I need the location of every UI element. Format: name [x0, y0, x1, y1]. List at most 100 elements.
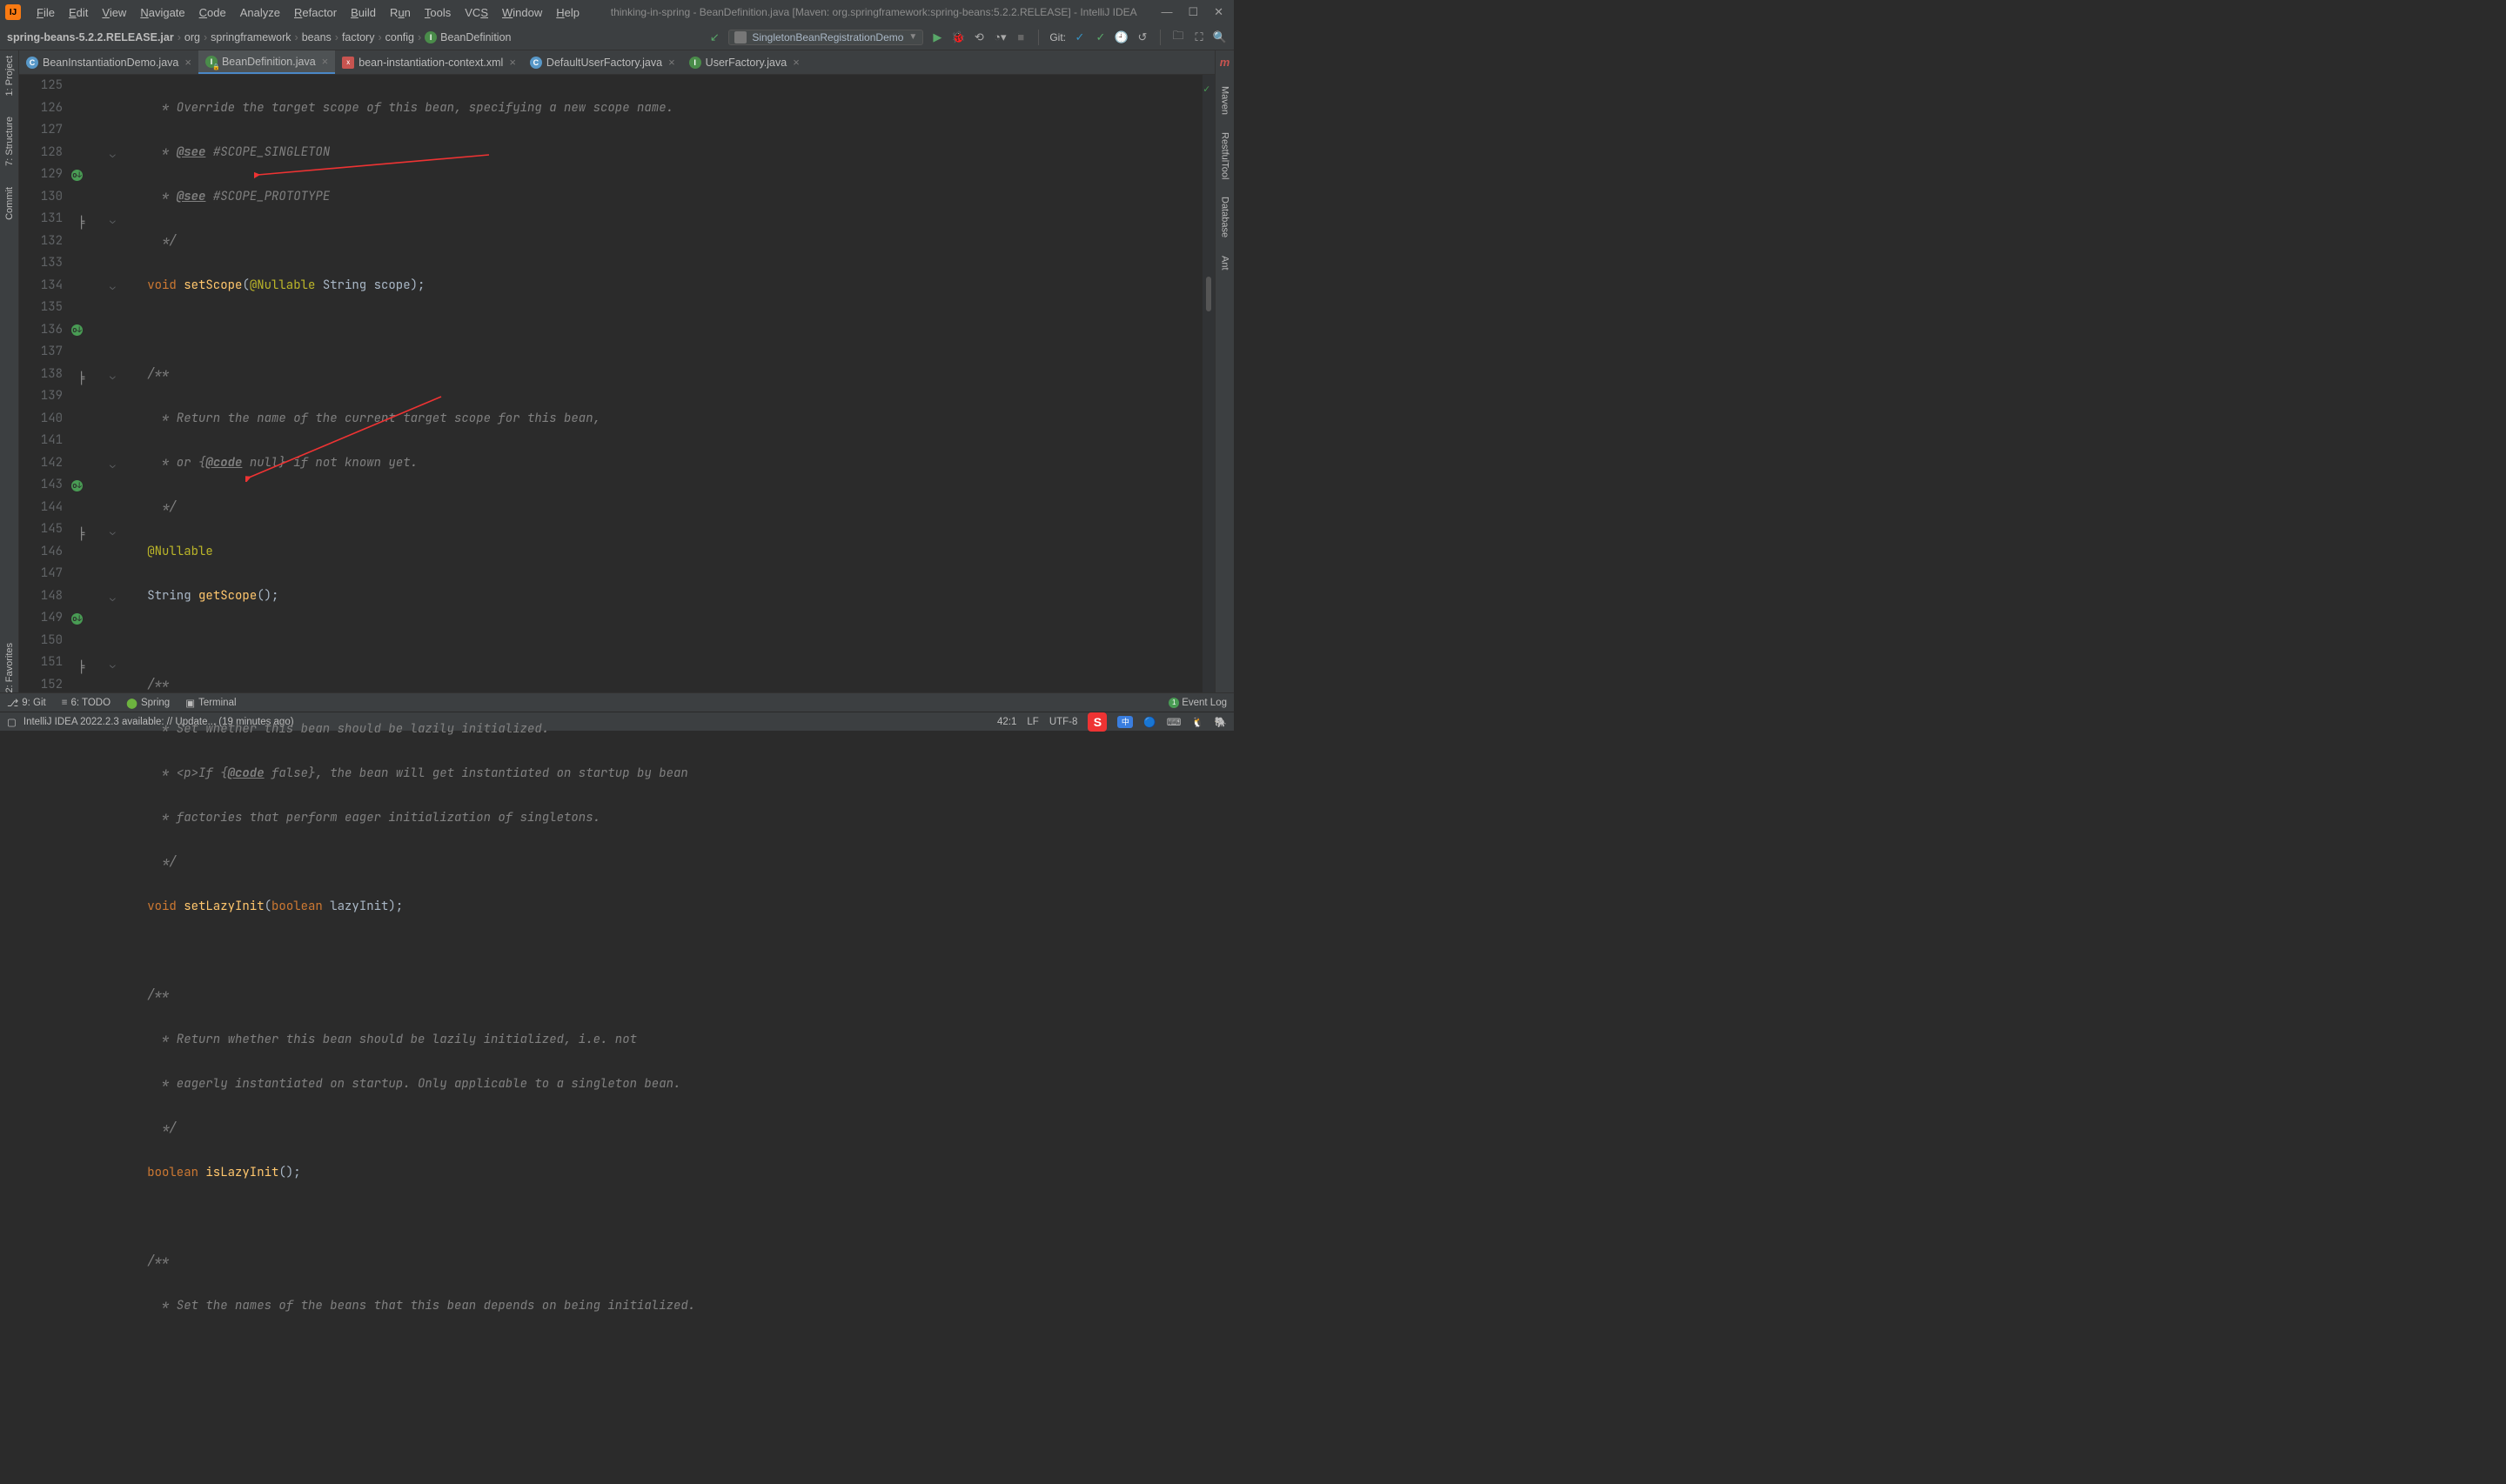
fold-handle[interactable]: ⌄: [110, 655, 116, 678]
bc-jar[interactable]: spring-beans-5.2.2.RELEASE.jar: [7, 31, 174, 43]
tab-user-factory[interactable]: I UserFactory.java ×: [682, 50, 807, 74]
tool-commit[interactable]: Commit: [4, 187, 15, 220]
fold-handle[interactable]: ⌄: [110, 277, 116, 299]
menu-edit[interactable]: Edit: [62, 4, 95, 21]
git-history-button[interactable]: 🕘: [1115, 30, 1129, 44]
bc-config[interactable]: config: [385, 31, 414, 43]
fold-handle[interactable]: ⌄: [110, 455, 116, 478]
tool-restful[interactable]: RestfulTool: [1220, 132, 1230, 179]
navigation-bar: spring-beans-5.2.2.RELEASE.jar › org› sp…: [0, 24, 1234, 50]
search-everywhere-button[interactable]: 🔍: [1213, 30, 1227, 44]
menu-navigate[interactable]: Navigate: [133, 4, 191, 21]
tab-bean-instantiation-demo[interactable]: C BeanInstantiationDemo.java ×: [19, 50, 198, 74]
intellij-logo-icon: IJ: [5, 4, 21, 20]
tool-structure[interactable]: 7: Structure: [4, 117, 15, 166]
menu-help[interactable]: Help: [549, 4, 586, 21]
git-label: Git:: [1049, 31, 1066, 43]
inspection-ok-icon: ✓: [1203, 78, 1209, 101]
menu-code[interactable]: Code: [192, 4, 233, 21]
bc-factory[interactable]: factory: [342, 31, 375, 43]
class-icon: C: [26, 57, 38, 69]
fold-handle[interactable]: ⌄: [110, 588, 116, 611]
window-title: thinking-in-spring - BeanDefinition.java…: [586, 6, 1161, 18]
chevron-down-icon: ▼: [908, 32, 917, 42]
tab-default-user-factory[interactable]: C DefaultUserFactory.java ×: [523, 50, 682, 74]
code-editor[interactable]: 125126127128 129130131132 133134135136 1…: [19, 75, 1215, 692]
menu-build[interactable]: Build: [344, 4, 383, 21]
fold-handle[interactable]: ⌄: [110, 522, 116, 545]
tool-database[interactable]: Database: [1220, 197, 1230, 237]
menu-vcs[interactable]: VCS: [458, 4, 495, 21]
close-icon[interactable]: ×: [509, 56, 516, 69]
tool-ant[interactable]: Ant: [1220, 256, 1230, 271]
override-marker[interactable]: o↓: [71, 164, 83, 186]
fold-marker[interactable]: ╞: [78, 212, 84, 235]
tool-windows-toggle[interactable]: ▢: [7, 716, 17, 728]
code-content[interactable]: * Override the target scope of this bean…: [125, 75, 1203, 692]
close-icon[interactable]: ×: [184, 56, 191, 69]
tool-maven[interactable]: Maven: [1220, 86, 1230, 115]
error-stripe[interactable]: ✓: [1203, 75, 1215, 692]
breadcrumb[interactable]: spring-beans-5.2.2.RELEASE.jar › org› sp…: [7, 31, 511, 43]
close-icon[interactable]: ×: [793, 56, 800, 69]
override-marker[interactable]: o↓: [71, 474, 83, 497]
menu-tools[interactable]: Tools: [418, 4, 458, 21]
git-revert-button[interactable]: ↺: [1136, 30, 1149, 44]
fold-marker[interactable]: ╞: [78, 368, 84, 391]
expand-icon[interactable]: ⛶: [1192, 30, 1206, 44]
coverage-button[interactable]: ⟲: [972, 30, 986, 44]
git-commit-button[interactable]: ✓: [1094, 30, 1108, 44]
debug-button[interactable]: 🐞: [951, 30, 965, 44]
override-marker[interactable]: o↓: [71, 318, 83, 341]
tool-todo[interactable]: ≡6: TODO: [62, 698, 111, 708]
git-update-button[interactable]: ✓: [1073, 30, 1087, 44]
interface-icon: I: [689, 57, 701, 69]
fold-handle[interactable]: ⌄: [110, 366, 116, 389]
maximize-button[interactable]: ☐: [1188, 5, 1198, 19]
run-config-icon: [734, 31, 747, 43]
class-icon: C: [530, 57, 542, 69]
tab-bean-definition[interactable]: I BeanDefinition.java ×: [198, 50, 335, 74]
fold-marker[interactable]: ╞: [78, 524, 84, 546]
run-button[interactable]: ▶: [930, 30, 944, 44]
tab-bean-xml[interactable]: x bean-instantiation-context.xml ×: [335, 50, 523, 74]
menu-run[interactable]: Run: [383, 4, 418, 21]
bc-sf[interactable]: springframework: [211, 31, 291, 43]
menu-window[interactable]: Window: [495, 4, 549, 21]
menu-file[interactable]: File: [30, 4, 62, 21]
run-config-name: SingletonBeanRegistrationDemo: [752, 31, 903, 43]
close-button[interactable]: ✕: [1214, 5, 1223, 19]
title-menu-bar: IJ File Edit View Navigate Code Analyze …: [0, 0, 1234, 24]
left-tool-strip: 1: Project 7: Structure Commit 2: Favori…: [0, 50, 19, 692]
minimize-button[interactable]: ―: [1161, 5, 1172, 19]
tool-favorites[interactable]: 2: Favorites: [4, 643, 15, 692]
maven-logo-icon: m: [1220, 56, 1230, 69]
xml-icon: x: [342, 57, 354, 69]
close-icon[interactable]: ×: [322, 55, 329, 68]
tool-git[interactable]: ⎇9: Git: [7, 697, 46, 709]
close-icon[interactable]: ×: [668, 56, 675, 69]
fold-marker[interactable]: ╞: [78, 657, 84, 679]
bc-class[interactable]: BeanDefinition: [440, 31, 511, 43]
right-tool-strip: m Maven RestfulTool Database Ant: [1215, 50, 1234, 692]
override-marker[interactable]: o↓: [71, 607, 83, 630]
line-number-gutter: 125126127128 129130131132 133134135136 1…: [19, 75, 71, 692]
profile-button[interactable]: ◔▾: [993, 30, 1007, 44]
tool-project[interactable]: 1: Project: [4, 56, 15, 96]
tray-icon[interactable]: 🐘: [1215, 716, 1227, 728]
run-config-selector[interactable]: SingletonBeanRegistrationDemo ▼: [728, 30, 923, 45]
fold-handle[interactable]: ⌄: [110, 144, 116, 167]
interface-lock-icon: I: [205, 56, 218, 68]
build-icon[interactable]: ↙: [707, 30, 721, 44]
bc-beans[interactable]: beans: [302, 31, 332, 43]
bc-org[interactable]: org: [184, 31, 200, 43]
menu-refactor[interactable]: Refactor: [287, 4, 344, 21]
fold-handle[interactable]: ⌄: [110, 211, 116, 233]
fold-column: ⌄ ⌄ ⌄ ⌄ ⌄ ⌄ ⌄ ⌄: [108, 75, 125, 692]
folder-icon[interactable]: 🗀: [1171, 30, 1185, 44]
scrollbar-thumb[interactable]: [1206, 277, 1211, 311]
stop-button[interactable]: ■: [1014, 30, 1028, 44]
menu-analyze[interactable]: Analyze: [233, 4, 287, 21]
gutter-markers: o↓ o↓ o↓ o↓ ╞ ╞ ╞ ╞: [71, 75, 108, 692]
menu-view[interactable]: View: [95, 4, 133, 21]
